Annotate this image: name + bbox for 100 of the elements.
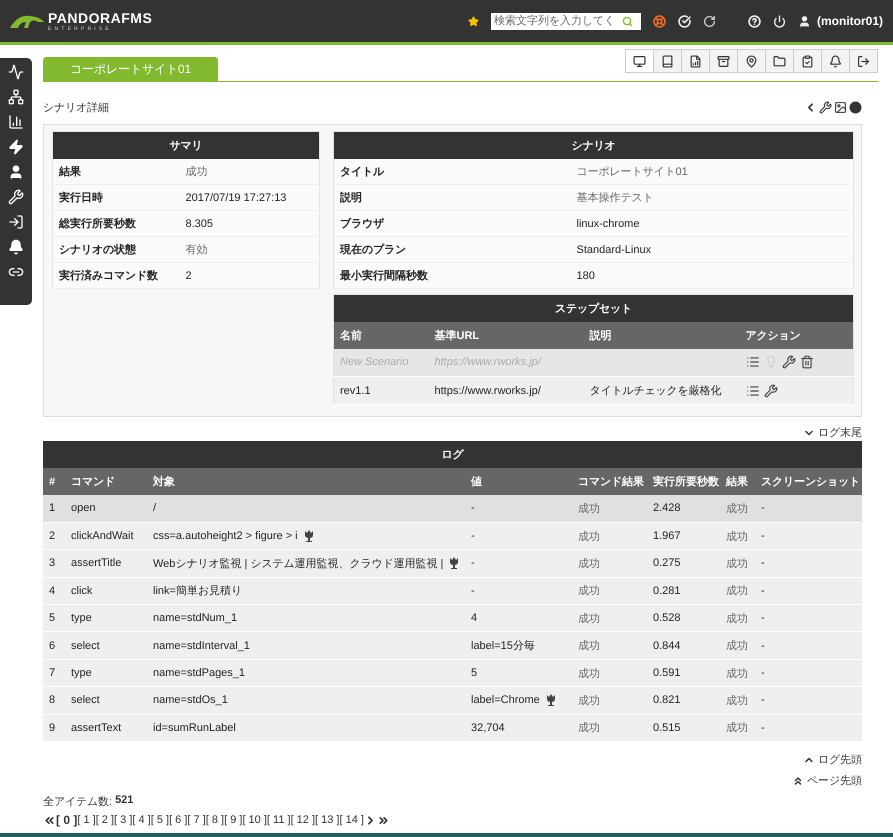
- field-value: 有効: [180, 236, 320, 262]
- icon-tab[interactable]: [737, 49, 766, 73]
- page-link[interactable]: [ 1 ]: [77, 814, 96, 826]
- icon-tab[interactable]: [765, 49, 794, 73]
- icon-tab[interactable]: [681, 49, 710, 73]
- wrench-icon[interactable]: [819, 101, 832, 114]
- table-cell: タイトルチェックを厳格化: [584, 376, 740, 404]
- table-title: サマリ: [52, 132, 320, 158]
- page-link[interactable]: [ 11 ]: [266, 814, 291, 826]
- page-link[interactable]: [ 9 ]: [224, 814, 242, 826]
- column-header: コマンド結果: [572, 468, 647, 495]
- table-cell: open: [65, 495, 147, 522]
- column-header: コマンド: [65, 468, 147, 495]
- table-cell: assertText: [65, 714, 147, 742]
- page-link[interactable]: [ 7 ]: [187, 814, 206, 826]
- monitor-icon: [633, 54, 646, 68]
- help-icon[interactable]: [748, 14, 761, 28]
- page-link[interactable]: [ 13 ]: [315, 814, 340, 826]
- page-link[interactable]: [ 4 ]: [132, 814, 151, 826]
- tulip-icon: [546, 694, 556, 706]
- table-cell: -: [755, 632, 862, 660]
- page-link[interactable]: [ 12 ]: [290, 814, 316, 826]
- book-icon: [661, 54, 674, 68]
- log-end-link[interactable]: ログ末尾: [803, 425, 862, 440]
- page-link[interactable]: [ 14 ]: [340, 814, 364, 826]
- wrench-icon[interactable]: [764, 384, 778, 398]
- table-cell: -: [471, 530, 475, 542]
- icon-tab[interactable]: [653, 49, 682, 73]
- field-label: 総実行所要秒数: [52, 210, 180, 236]
- login-icon[interactable]: [8, 214, 24, 230]
- page-link[interactable]: [ 6 ]: [169, 814, 188, 826]
- field-label: シナリオの状態: [52, 236, 180, 262]
- activity-icon[interactable]: [8, 64, 24, 80]
- log-top-link[interactable]: ログ先頭: [803, 752, 862, 768]
- bell-icon: [829, 54, 842, 68]
- page-link[interactable]: [ 10 ]: [242, 814, 267, 826]
- chart-icon: [689, 54, 702, 68]
- field-label: 結果: [52, 158, 180, 184]
- column-header: 結果: [720, 468, 755, 495]
- table-cell: 成功: [572, 714, 647, 742]
- table-cell: 8: [43, 686, 65, 714]
- clipboard-icon: [801, 54, 814, 68]
- table-cell: select: [65, 632, 147, 660]
- icon-tab[interactable]: [709, 49, 738, 73]
- column-header: 対象: [147, 468, 465, 495]
- page-link[interactable]: [ 8 ]: [206, 814, 224, 826]
- section-title: シナリオ詳細: [43, 101, 109, 115]
- user-name[interactable]: (monitor01): [817, 14, 883, 28]
- icon-tab[interactable]: [821, 49, 850, 73]
- network-icon[interactable]: [8, 89, 24, 105]
- icon-tab[interactable]: [793, 49, 822, 73]
- icon-tab[interactable]: [849, 49, 878, 73]
- field-label: タイトル: [334, 158, 570, 184]
- page-top-link[interactable]: ページ先頭: [792, 773, 862, 788]
- page-link[interactable]: [ 5 ]: [150, 814, 170, 826]
- lifebuoy-icon[interactable]: [653, 14, 666, 28]
- folder-icon: [773, 54, 786, 68]
- table-title: シナリオ: [334, 132, 854, 158]
- table-cell: -: [755, 550, 862, 578]
- check-icon[interactable]: [678, 14, 691, 28]
- table-title: ステップセット: [334, 294, 854, 322]
- total-value: 521: [115, 794, 134, 808]
- field-value: linux-chrome: [570, 210, 854, 236]
- table-cell: 成功: [720, 550, 755, 578]
- table-cell: 4: [471, 612, 478, 624]
- user-icon[interactable]: [8, 164, 24, 180]
- field-label: ブラウザ: [334, 210, 570, 236]
- table-cell: 32,704: [471, 722, 505, 734]
- table-cell: /: [153, 502, 156, 514]
- table-cell: 0.275: [647, 550, 720, 578]
- bolt-icon[interactable]: [8, 139, 24, 155]
- tulip-icon: [449, 557, 460, 570]
- star-icon[interactable]: [468, 16, 479, 26]
- image-icon[interactable]: [834, 101, 847, 114]
- table-cell: 2.428: [647, 495, 720, 522]
- page-link[interactable]: [ 2 ]: [96, 814, 114, 826]
- chart-icon[interactable]: [8, 114, 24, 130]
- power-icon[interactable]: [773, 14, 786, 28]
- table-cell: 成功: [572, 686, 647, 714]
- icon-tab[interactable]: [625, 49, 654, 73]
- table-cell: name=stdPages_1: [153, 667, 246, 680]
- refresh-icon[interactable]: [703, 14, 716, 28]
- page-link[interactable]: [ 3 ]: [114, 814, 132, 826]
- field-label: 説明: [334, 184, 570, 210]
- column-header: 値: [465, 468, 572, 495]
- table-cell: rev1.1: [334, 376, 428, 404]
- field-value: 180: [570, 262, 854, 288]
- table-cell: 成功: [572, 495, 647, 522]
- logo-text: PANDORAFMS: [48, 10, 152, 26]
- table-cell-text: Webシナリオ監視 | システム運用監視、クラウド運用監視 |: [153, 556, 444, 571]
- table-cell: -: [755, 714, 862, 742]
- page-link[interactable]: [ 0 ]: [56, 813, 78, 828]
- search-field[interactable]: 検索文字列を入力してく: [491, 12, 641, 30]
- field-value: 成功: [180, 158, 320, 184]
- table-cell: 成功: [572, 550, 647, 578]
- user-icon[interactable]: [798, 14, 811, 28]
- bell-icon[interactable]: [8, 239, 24, 255]
- list-icon[interactable]: [746, 384, 760, 398]
- table-cell: 成功: [720, 686, 755, 714]
- table-cell-text: link=簡単お見積り: [153, 584, 242, 598]
